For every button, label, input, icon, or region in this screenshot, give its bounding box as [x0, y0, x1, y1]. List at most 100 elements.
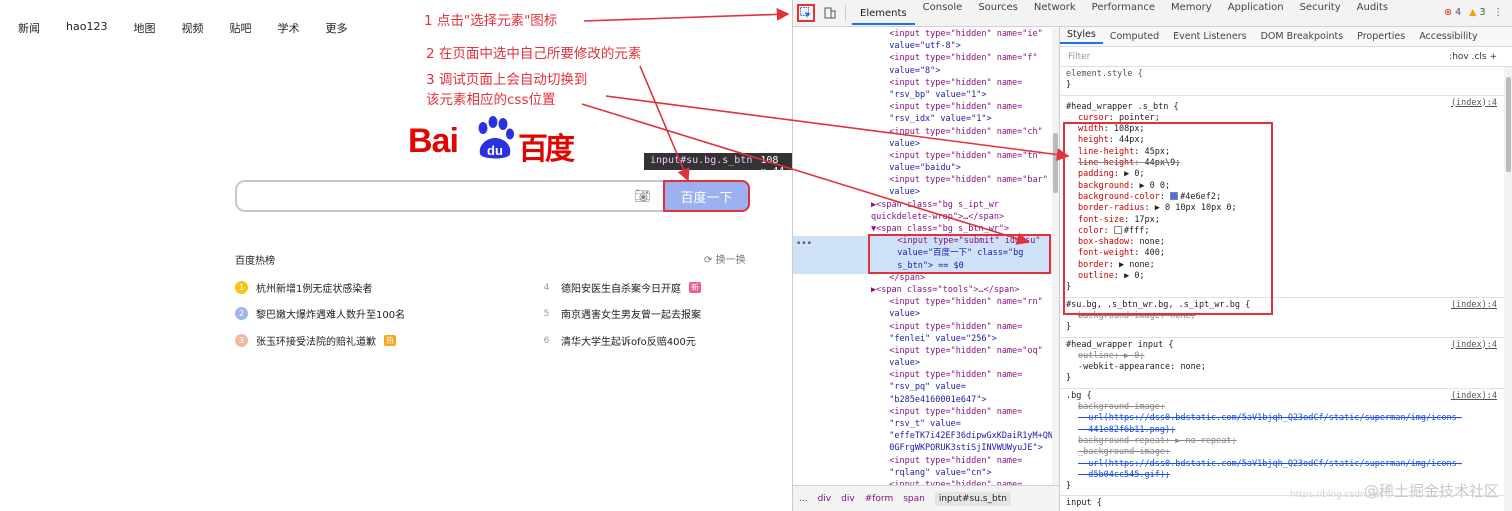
filter-actions[interactable]: :hov .cls + — [1449, 52, 1497, 62]
css-declaration[interactable]: background-repeat: ▶ no-repeat; — [1066, 436, 1507, 447]
breadcrumb-item[interactable]: ... — [799, 494, 808, 504]
elements-line[interactable]: <input type="hidden" name= — [793, 369, 1059, 381]
css-declaration[interactable]: url(https://dss0.bdstatic.com/5aV1bjqh_Q… — [1066, 413, 1507, 424]
elements-line[interactable]: value="utf-8"> — [793, 40, 1059, 52]
elements-line[interactable]: value> — [793, 357, 1059, 369]
tab-application[interactable]: Application — [1220, 2, 1292, 25]
elements-line[interactable]: value="baidu"> — [793, 162, 1059, 174]
highlighted-rule-outline — [1063, 122, 1273, 315]
tab-console[interactable]: Console — [915, 2, 971, 25]
rule2-source-link[interactable]: (index):4 — [1451, 300, 1497, 311]
styles-scrollbar[interactable] — [1504, 67, 1512, 511]
subtab-5[interactable]: Accessibility — [1412, 31, 1484, 42]
search-input[interactable] — [235, 180, 665, 212]
tab-performance[interactable]: Performance — [1084, 2, 1163, 25]
elements-line[interactable]: "effeTK7i42EF36dipwGxKDaiR1yM+QN — [793, 430, 1059, 442]
rule4-declarations: background-image: url(https://dss0.bdsta… — [1066, 402, 1507, 481]
tab-security[interactable]: Security — [1292, 2, 1349, 25]
css-declaration[interactable]: _background-image: — [1066, 447, 1507, 458]
css-declaration[interactable]: background-image: — [1066, 402, 1507, 413]
elements-scrollbar[interactable] — [1052, 28, 1059, 485]
nav-link-3[interactable]: 视频 — [181, 20, 203, 36]
tab-audits[interactable]: Audits — [1349, 2, 1396, 25]
rule3-source-link[interactable]: (index):4 — [1451, 340, 1497, 351]
elements-line[interactable]: <input type="hidden" name="ch" — [793, 126, 1059, 138]
elements-line[interactable]: value> — [793, 308, 1059, 320]
ellipsis-icon[interactable]: ••• — [796, 239, 812, 249]
elements-line[interactable]: value> — [793, 138, 1059, 150]
rule3-selector: #head_wrapper input { — [1066, 339, 1174, 350]
nav-link-2[interactable]: 地图 — [133, 20, 155, 36]
hot-item[interactable]: 2 黎巴嫩大爆炸遇难人数升至100名 — [235, 306, 405, 321]
subtab-1[interactable]: Computed — [1103, 31, 1166, 42]
select-element-icon[interactable] — [797, 4, 815, 22]
rule-head-wrapper-input[interactable]: #head_wrapper input { (index):4 outline:… — [1060, 338, 1512, 389]
camera-icon[interactable]: 📷︎ — [634, 189, 651, 204]
elements-line[interactable]: <input type="hidden" name= — [793, 101, 1059, 113]
filter-input[interactable]: Filter :hov .cls + — [1060, 47, 1512, 67]
rule4-source-link[interactable]: (index):4 — [1451, 391, 1497, 402]
hot-tag: 热 — [384, 335, 396, 346]
hot-text: 杭州新增1例无症状感染者 — [256, 284, 373, 295]
more-icon[interactable]: ⋮ — [1494, 7, 1504, 18]
elements-line[interactable]: "rqlang" value="cn"> — [793, 467, 1059, 479]
elements-line[interactable]: quickdelete-wrap">…</span> — [793, 211, 1059, 223]
elements-line[interactable]: <input type="hidden" name="rn" — [793, 296, 1059, 308]
rule-element-style[interactable]: element.style { } — [1060, 67, 1512, 96]
hot-text: 南京遇害女生男友曾一起去报案 — [561, 310, 701, 321]
hot-item[interactable]: 3 张玉环接受法院的赔礼道歉热 — [235, 333, 396, 348]
subtab-0[interactable]: Styles — [1060, 29, 1103, 44]
subtab-3[interactable]: DOM Breakpoints — [1254, 31, 1351, 42]
breadcrumb-item[interactable]: div — [818, 494, 832, 504]
elements-line[interactable]: value> — [793, 186, 1059, 198]
elements-line[interactable]: "b285e4160001e647"> — [793, 394, 1059, 406]
breadcrumb-item[interactable]: div — [841, 494, 855, 504]
tab-divider — [845, 5, 846, 21]
elements-line[interactable]: 0GFrgWKPORUK3stiSjINVWUWyuJE"> — [793, 442, 1059, 454]
rule1-source-link[interactable]: (index):4 — [1451, 98, 1497, 109]
nav-link-1[interactable]: hao123 — [66, 20, 107, 36]
tab-sources[interactable]: Sources — [970, 2, 1026, 25]
tab-elements[interactable]: Elements — [852, 8, 915, 25]
breadcrumb-item[interactable]: #form — [865, 494, 894, 504]
css-declaration[interactable]: url(https://dss0.bdstatic.com/5aV1bjqh_Q… — [1066, 459, 1507, 470]
elements-line[interactable]: "rsv_t" value= — [793, 418, 1059, 430]
elements-line[interactable]: <input type="hidden" name="oq" — [793, 345, 1059, 357]
elements-line[interactable]: <input type="hidden" name= — [793, 77, 1059, 89]
subtab-4[interactable]: Properties — [1350, 31, 1412, 42]
error-warning-counts[interactable]: ⊗ 4 ▲ 3 ⋮ — [1444, 7, 1503, 18]
nav-link-0[interactable]: 新闻 — [18, 20, 40, 36]
elements-line[interactable]: "fenlei" value="256"> — [793, 333, 1059, 345]
tab-network[interactable]: Network — [1026, 2, 1084, 25]
elements-line[interactable]: "rsv_pq" value= — [793, 381, 1059, 393]
nav-link-4[interactable]: 贴吧 — [229, 20, 251, 36]
device-toolbar-icon[interactable] — [821, 4, 839, 22]
tab-memory[interactable]: Memory — [1163, 2, 1220, 25]
elements-line[interactable]: <input type="hidden" name="bar" — [793, 174, 1059, 186]
elements-line[interactable]: ▶<span class="tools">…</span> — [793, 284, 1059, 296]
css-declaration[interactable]: 441e82f6b11.png); — [1066, 425, 1507, 436]
hot-item[interactable]: 6 清华大学生起诉ofo反赔400元 — [540, 333, 696, 349]
refresh-button[interactable]: ⟳ 换一换 — [704, 251, 746, 266]
elements-line[interactable]: ▶<span class="bg s_ipt_wr — [793, 199, 1059, 211]
elements-line[interactable]: "rsv_idx" value="1"> — [793, 113, 1059, 125]
subtab-2[interactable]: Event Listeners — [1166, 31, 1253, 42]
rule1-selector: #head_wrapper .s_btn { — [1066, 101, 1179, 112]
elements-line[interactable]: "rsv_bp" value="1"> — [793, 89, 1059, 101]
breadcrumb-item[interactable]: span — [903, 494, 925, 504]
hot-item[interactable]: 5 南京遇害女生男友曾一起去报案 — [540, 306, 701, 322]
nav-link-5[interactable]: 学术 — [277, 20, 299, 36]
elements-line[interactable]: <input type="hidden" name="f" — [793, 52, 1059, 64]
elements-line[interactable]: value="8"> — [793, 65, 1059, 77]
elements-line[interactable]: <input type="hidden" name= — [793, 321, 1059, 333]
nav-link-6[interactable]: 更多 — [325, 20, 347, 36]
watermark-small: https://blog.csdn.net — [1290, 490, 1384, 500]
breadcrumb-item[interactable]: input#su.s_btn — [934, 491, 1011, 506]
search-button[interactable]: 百度一下 — [663, 180, 750, 212]
hot-item[interactable]: 4 德阳安医生自杀案今日开庭新 — [540, 280, 701, 295]
elements-line[interactable]: <input type="hidden" name= — [793, 406, 1059, 418]
elements-line[interactable]: <input type="hidden" name= — [793, 455, 1059, 467]
elements-line[interactable]: <input type="hidden" name="ie" — [793, 28, 1059, 40]
hot-item[interactable]: 1 杭州新增1例无症状感染者 — [235, 280, 372, 295]
elements-line[interactable]: <input type="hidden" name="tn" — [793, 150, 1059, 162]
